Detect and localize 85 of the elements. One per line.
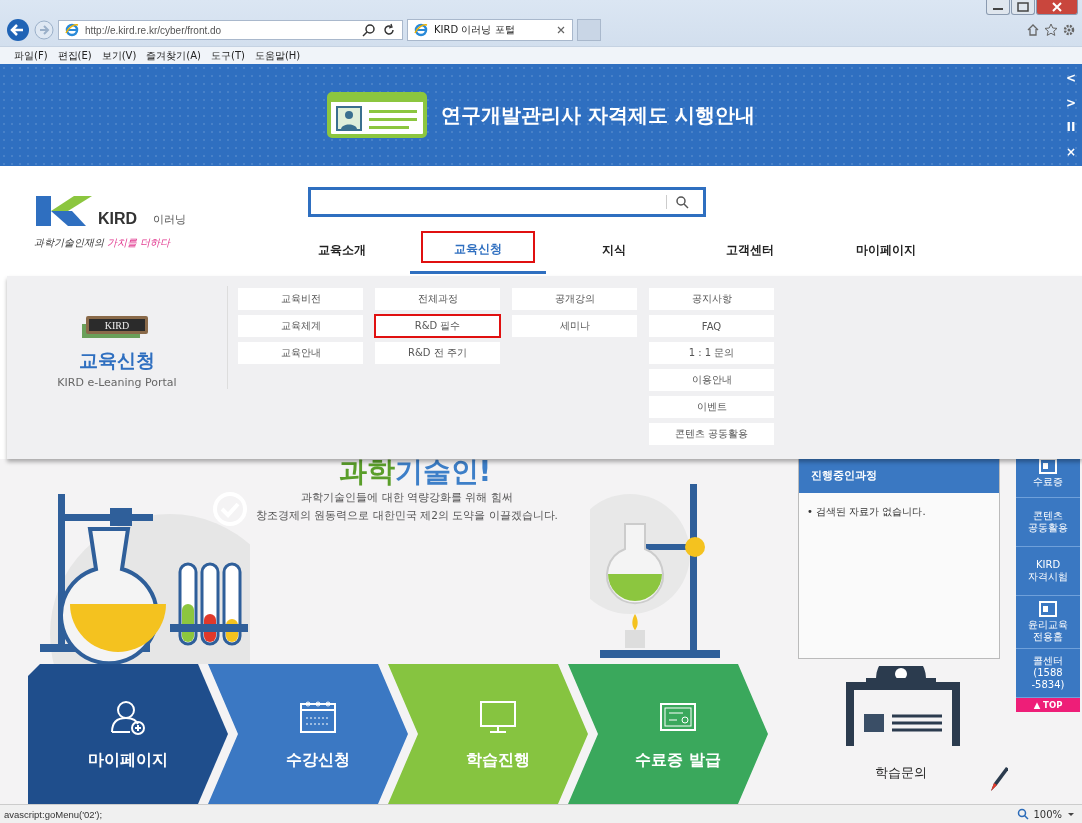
quick-menu-item[interactable]: 윤리교육 전용홈 — [1016, 596, 1080, 649]
banner-title: 연구개발관리사 자격제도 시행안내 — [441, 101, 755, 129]
check-circle-icon — [212, 491, 249, 527]
step-label: 수강신청 — [286, 749, 350, 771]
zoom-icon[interactable] — [1017, 808, 1030, 820]
hero-text: 과학기술인들에 대한 역량강화를 위해 힘써 — [301, 491, 513, 505]
browser-icon — [414, 23, 428, 37]
submenu-item[interactable]: 이용안내 — [649, 369, 774, 391]
url-text: http://e.kird.re.kr/cyber/front.do — [85, 24, 223, 36]
submenu-item[interactable]: 공지사항 — [649, 288, 774, 310]
menu-item[interactable]: 도구(T) — [211, 48, 245, 63]
search-icon[interactable] — [675, 195, 689, 209]
submenu-item[interactable]: 1 : 1 문의 — [649, 342, 774, 364]
quick-menu-label: 수료증 — [1033, 476, 1063, 488]
submenu-item[interactable]: R&D 필수 — [375, 315, 500, 337]
empty-message: • 검색된 자료가 없습니다. — [806, 505, 927, 519]
address-bar[interactable]: http://e.kird.re.kr/cyber/front.do — [58, 20, 403, 40]
zoom-level[interactable]: 100% — [1033, 808, 1062, 820]
menu-item[interactable]: 즐겨찾기(A) — [146, 48, 201, 63]
menu-item[interactable]: 보기(V) — [101, 48, 137, 63]
submenu-item[interactable]: 교육체계 — [238, 315, 363, 337]
back-icon[interactable] — [6, 18, 30, 42]
menu-item[interactable]: 파일(F) — [14, 48, 48, 63]
badge-icon — [1037, 458, 1059, 474]
star-icon[interactable] — [1044, 23, 1058, 37]
quick-menu-label: 콘텐츠 공동활용 — [1028, 510, 1068, 534]
submenu-item[interactable]: 전체과정 — [375, 288, 500, 310]
close-icon[interactable] — [1036, 0, 1078, 15]
logo-mark-icon[interactable] — [34, 194, 94, 228]
hero-heading: 과학기술인! — [338, 454, 492, 490]
submenu-item[interactable]: 교육비전 — [238, 288, 363, 310]
quick-menu-item[interactable]: 콘텐츠 공동활용 — [1016, 498, 1080, 547]
search-icon[interactable] — [362, 23, 376, 37]
badge-icon — [1037, 601, 1059, 617]
submenu-item[interactable]: FAQ — [649, 315, 774, 337]
nav-tab[interactable]: 지식 — [546, 227, 682, 274]
close-icon[interactable] — [556, 25, 566, 35]
nav-tab[interactable]: 고객센터 — [682, 227, 818, 274]
browser-icon — [65, 23, 79, 37]
quick-menu-item[interactable]: KIRD 자격시험 — [1016, 547, 1080, 596]
menu-subtitle: KIRD e-Leaning Portal — [57, 376, 177, 389]
menu-item[interactable]: 도움말(H) — [254, 48, 301, 63]
nav-tab[interactable]: 교육소개 — [274, 227, 410, 274]
step-label: 수료증 발급 — [635, 749, 721, 771]
hero-text: 창조경제의 원동력으로 대한민국 제2의 도약을 이끌겠습니다. — [256, 509, 558, 523]
tab-title: KIRD 이러닝 포털 — [434, 23, 516, 37]
help-label: 학습문의 — [875, 764, 927, 782]
submenu-item[interactable]: 교육안내 — [238, 342, 363, 364]
banner-control[interactable]: > — [1064, 95, 1078, 110]
banner-control[interactable]: < — [1064, 71, 1078, 86]
status-text: avascript:goMenu('02'); — [4, 808, 103, 820]
browser-tab[interactable]: KIRD 이러닝 포털 — [407, 19, 573, 41]
menu-item[interactable]: 편집(E) — [57, 48, 92, 63]
step-card[interactable]: 마이페이지 — [28, 664, 228, 804]
submenu-item[interactable]: 세미나 — [512, 315, 637, 337]
logo-text[interactable]: KIRD — [98, 210, 138, 228]
id-card-icon — [327, 92, 428, 138]
step-label: 마이페이지 — [88, 749, 168, 771]
slogan-accent-text: 가치를 더하다 — [107, 236, 171, 250]
banner-control[interactable]: II — [1064, 120, 1078, 135]
nav-tab[interactable]: 마이페이지 — [818, 227, 954, 274]
submenu-item[interactable]: 콘텐츠 공동활용 — [649, 423, 774, 445]
banner[interactable]: 연구개발관리사 자격제도 시행안내 < > II × — [0, 64, 1082, 166]
logo-subtitle: 이러닝 — [153, 212, 187, 227]
quick-menu-label: KIRD 자격시험 — [1028, 559, 1068, 583]
pencil-icon — [988, 764, 1008, 794]
settings-icon[interactable] — [1062, 23, 1076, 37]
quick-menu-label: 윤리교육 전용홈 — [1028, 619, 1068, 643]
slogan-text: 과학기술인재의 — [34, 236, 104, 250]
panel-title: 진행중인과정 — [799, 459, 999, 493]
top-button[interactable]: ▲ TOP — [1016, 698, 1080, 712]
maximize-icon[interactable] — [1011, 0, 1035, 15]
menu-title: 교육신청 — [79, 348, 155, 373]
refresh-icon[interactable] — [382, 23, 396, 37]
submenu-item[interactable]: 이벤트 — [649, 396, 774, 418]
step-card[interactable]: 수강신청 — [208, 664, 408, 804]
step-label: 학습진행 — [466, 749, 530, 771]
quick-menu-label: 콜센터 (1588 -5834) — [1031, 655, 1065, 691]
submenu-item[interactable]: 공개강의 — [512, 288, 637, 310]
minimize-icon[interactable] — [986, 0, 1010, 15]
quick-menu-item[interactable]: 콜센터 (1588 -5834) — [1016, 649, 1080, 698]
banner-control[interactable]: × — [1064, 144, 1078, 159]
home-icon[interactable] — [1026, 23, 1040, 37]
submenu-item[interactable]: R&D 전 주기 — [375, 342, 500, 364]
search-field[interactable] — [308, 187, 706, 217]
